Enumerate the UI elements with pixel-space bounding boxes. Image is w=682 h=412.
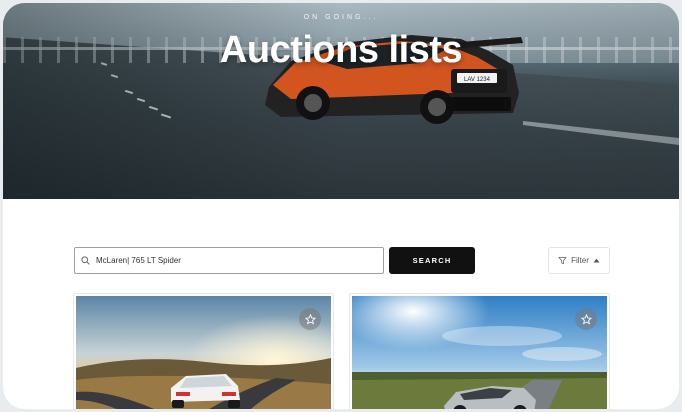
favorite-button[interactable] [299, 308, 321, 330]
caret-up-icon [593, 258, 600, 263]
favorite-button[interactable] [575, 308, 597, 330]
card-image-sunset-car [76, 296, 331, 409]
search-input[interactable] [96, 256, 356, 265]
hero-kicker: ON GOING... [303, 14, 379, 21]
star-icon [580, 313, 592, 325]
star-icon [304, 313, 316, 325]
svg-text:LAV 1234: LAV 1234 [464, 77, 491, 83]
auction-card[interactable] [349, 293, 610, 409]
filter-label: Filter [571, 256, 589, 265]
hero-banner: LAV 1234 ON GOING... Auctions lists [3, 3, 679, 199]
search-field[interactable] [74, 247, 384, 274]
search-button[interactable]: SEARCH [389, 247, 475, 274]
search-icon [81, 256, 90, 265]
filter-button[interactable]: Filter [548, 247, 610, 274]
filter-funnel-icon [558, 256, 567, 265]
card-image-field-car [352, 296, 607, 409]
page-frame: LAV 1234 ON GOING... Auctions lists SEAR… [3, 3, 679, 409]
auction-card[interactable] [73, 293, 334, 409]
page-title: Auctions lists [219, 29, 463, 71]
